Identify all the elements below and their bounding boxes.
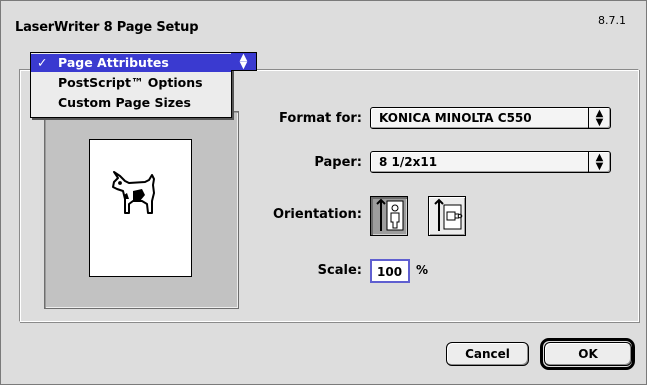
- orientation-landscape-button[interactable]: [428, 196, 466, 236]
- version-label: 8.7.1: [598, 14, 626, 27]
- window-title: LaserWriter 8 Page Setup: [15, 20, 199, 35]
- portrait-icon: [376, 198, 404, 231]
- scale-unit: %: [416, 263, 429, 277]
- page-setup-window: LaserWriter 8 Page Setup 8.7.1 Format fo…: [0, 0, 647, 385]
- cancel-button[interactable]: Cancel: [446, 342, 529, 366]
- menu-item-label: Page Attributes: [58, 55, 169, 70]
- paper-label: Paper:: [314, 155, 362, 170]
- checkmark-icon: ✓: [37, 55, 48, 70]
- scale-label: Scale:: [317, 263, 362, 278]
- menu-item-label: Custom Page Sizes: [58, 95, 191, 110]
- ok-button[interactable]: OK: [544, 342, 632, 366]
- format-for-label: Format for:: [279, 111, 362, 126]
- scale-input[interactable]: 100: [370, 259, 410, 283]
- paper-popup[interactable]: 8 1/2x11 ▲ ▼: [370, 151, 611, 173]
- landscape-icon: [434, 198, 463, 231]
- popup-arrows-icon: ▲ ▼: [588, 152, 610, 172]
- menu-item-page-attributes[interactable]: ✓ Page Attributes: [31, 54, 231, 72]
- format-for-popup[interactable]: KONICA MINOLTA C550 ▲ ▼: [370, 107, 611, 129]
- menu-item-custom-page-sizes[interactable]: Custom Page Sizes: [31, 94, 231, 112]
- orientation-portrait-button[interactable]: [370, 196, 408, 236]
- format-for-value: KONICA MINOLTA C550: [379, 111, 532, 125]
- popup-arrows-icon[interactable]: ▲ ▼: [231, 52, 257, 71]
- menu-item-postscript-options[interactable]: PostScript™ Options: [31, 74, 231, 92]
- dogcow-icon: [112, 171, 155, 214]
- orientation-label: Orientation:: [272, 207, 362, 222]
- paper-value: 8 1/2x11: [379, 155, 438, 169]
- menu-item-label: PostScript™ Options: [58, 75, 203, 90]
- panel-popup-menu: ✓ Page Attributes PostScript™ Options Cu…: [30, 52, 232, 118]
- popup-arrows-icon: ▲ ▼: [588, 108, 610, 128]
